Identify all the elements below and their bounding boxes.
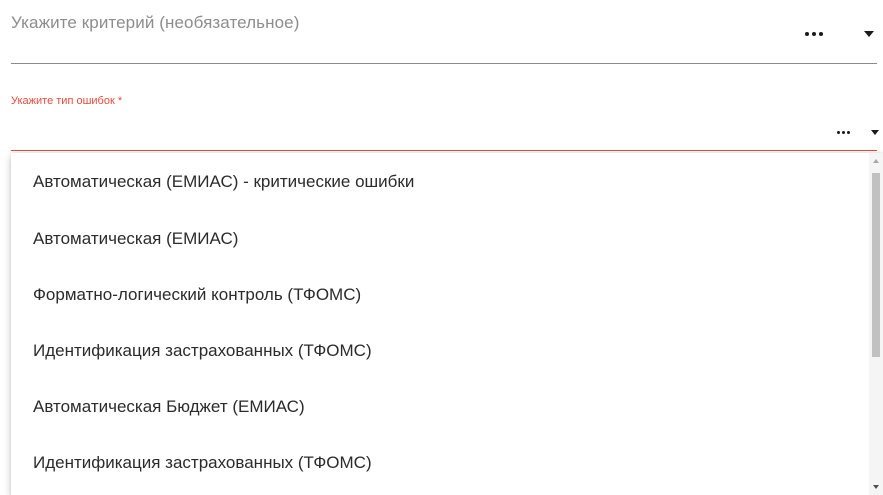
list-item[interactable]: Идентификация застрахованных (ТФОМС) bbox=[11, 323, 869, 379]
scroll-down-arrow-icon[interactable] bbox=[873, 485, 879, 489]
options-list: Автоматическая (ЕМИАС) - критические оши… bbox=[11, 153, 869, 491]
error-type-select[interactable]: Укажите тип ошибок * bbox=[0, 86, 883, 152]
more-horiz-icon[interactable] bbox=[805, 32, 823, 36]
more-horiz-icon[interactable] bbox=[837, 131, 850, 134]
criterion-placeholder: Укажите критерий (необязательное) bbox=[11, 13, 300, 32]
filter-form: Укажите критерий (необязательное) Укажит… bbox=[0, 0, 883, 495]
error-type-label: Укажите тип ошибок * bbox=[11, 95, 123, 107]
arrow-drop-down-icon[interactable] bbox=[871, 130, 879, 135]
list-item[interactable]: Автоматическая Бюджет (ЕМИАС) bbox=[11, 379, 869, 435]
criterion-underline bbox=[11, 63, 877, 64]
list-item[interactable]: Форматно-логический контроль (ТФОМС) bbox=[11, 267, 869, 323]
error-type-underline bbox=[11, 150, 877, 151]
scroll-up-arrow-icon[interactable] bbox=[873, 159, 879, 163]
list-item[interactable]: Идентификация застрахованных (ТФОМС) bbox=[11, 435, 869, 491]
scrollbar-thumb[interactable] bbox=[872, 173, 880, 357]
arrow-drop-down-icon[interactable] bbox=[864, 31, 874, 37]
criterion-select[interactable]: Укажите критерий (необязательное) bbox=[0, 0, 883, 64]
list-item[interactable]: Автоматическая (ЕМИАС) bbox=[11, 211, 869, 267]
scrollbar[interactable] bbox=[869, 153, 883, 495]
list-item[interactable]: Автоматическая (ЕМИАС) - критические оши… bbox=[11, 153, 869, 211]
error-type-dropdown-list: Автоматическая (ЕМИАС) - критические оши… bbox=[11, 153, 883, 495]
